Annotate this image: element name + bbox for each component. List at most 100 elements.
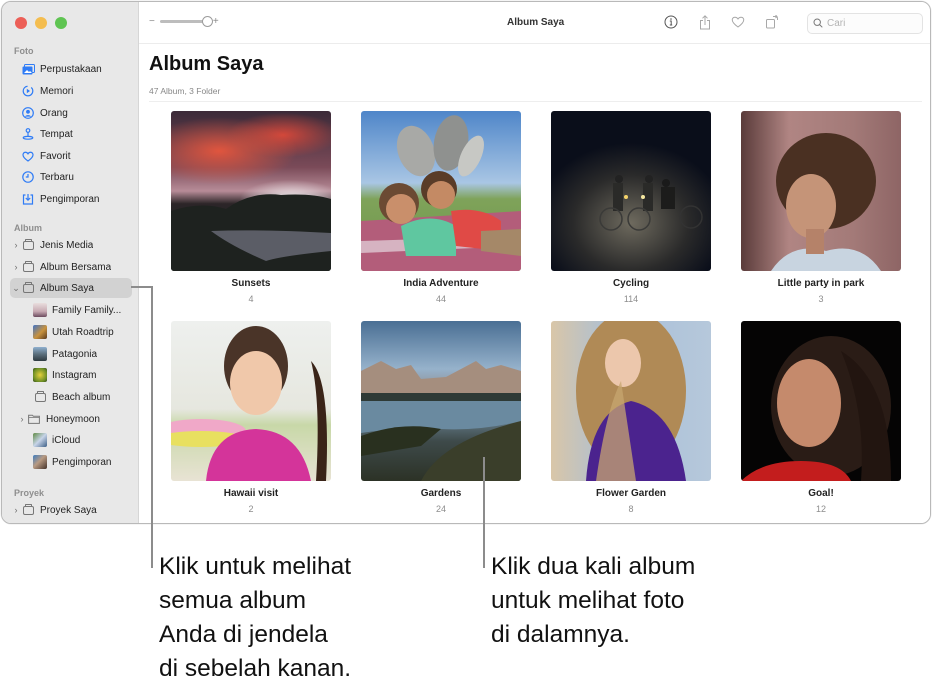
sidebar-item-perpustakaan[interactable]: Perpustakaan (10, 59, 132, 79)
clock-icon (21, 170, 35, 184)
album-photo-count: 2 (248, 504, 254, 514)
album-card-hawaii-visit[interactable]: Hawaii visit 2 (171, 321, 331, 523)
sidebar-item-orang[interactable]: Orang (10, 103, 132, 123)
photos-window: Foto Perpustakaan Memori Orang Tempat Fa… (1, 1, 931, 524)
sidebar-item-terbaru[interactable]: Terbaru (10, 167, 132, 187)
sidebar-item-patagonia[interactable]: Patagonia (22, 344, 132, 364)
sidebar-item-icloud[interactable]: iCloud (22, 430, 132, 450)
sidebar-section-foto: Foto (14, 46, 34, 56)
zoom-slider-knob[interactable] (201, 16, 213, 27)
import-icon (21, 192, 35, 206)
album-photo-count: 3 (818, 294, 824, 304)
album-card-sunsets[interactable]: Sunsets 4 (171, 111, 331, 321)
heart-icon[interactable] (730, 14, 746, 30)
album-card-india-adventure[interactable]: India Adventure 44 (361, 111, 521, 321)
album-photo-count: 4 (248, 294, 254, 304)
window-title: Album Saya (507, 17, 565, 28)
sidebar-item-jenis-media[interactable]: › Jenis Media (10, 235, 132, 255)
album-thumbnail[interactable] (171, 321, 331, 481)
search-input[interactable] (827, 18, 917, 29)
sidebar-item-memori[interactable]: Memori (10, 81, 132, 101)
sidebar-item-family-family[interactable]: Family Family... (22, 300, 132, 320)
shared-album-icon (21, 260, 35, 274)
zoom-in-icon[interactable]: + (213, 16, 219, 27)
album-thumbnail[interactable] (551, 111, 711, 271)
folder-icon (27, 412, 41, 426)
sidebar-item-honeymoon[interactable]: › Honeymoon (16, 409, 132, 429)
window-controls (15, 17, 67, 29)
sidebar-section-album: Album (14, 223, 42, 233)
album-card-goal[interactable]: Goal! 12 (741, 321, 901, 523)
album-thumbnail (33, 433, 47, 447)
sidebar-item-instagram[interactable]: Instagram (22, 365, 132, 385)
sidebar-item-tempat[interactable]: Tempat (10, 124, 132, 144)
callout-left: Klik untuk melihat semua album Anda di j… (159, 553, 352, 682)
sidebar-item-album-saya[interactable]: ⌄ Album Saya (10, 278, 132, 298)
chevron-down-icon[interactable]: ⌄ (11, 283, 21, 294)
search-icon (813, 15, 823, 33)
album-name: India Adventure (403, 278, 479, 289)
album-photo-count: 44 (435, 294, 446, 304)
zoom-slider[interactable]: − + (149, 16, 219, 27)
album-thumbnail (33, 455, 47, 469)
heart-icon (21, 149, 35, 163)
callout-leader-left-vertical (151, 286, 153, 568)
close-button[interactable] (15, 17, 27, 29)
album-thumbnail (33, 303, 47, 317)
callout-leader-right-vertical (483, 457, 485, 568)
album-card-cycling[interactable]: Cycling 114 (551, 111, 711, 321)
share-icon[interactable] (697, 14, 713, 30)
sidebar-item-beach-album[interactable]: Beach album (22, 387, 132, 407)
sidebar-item-utah-roadtrip[interactable]: Utah Roadtrip (22, 322, 132, 342)
toolbar: − + Album Saya (139, 2, 930, 44)
album-name: Little party in park (777, 278, 865, 289)
sidebar: Foto Perpustakaan Memori Orang Tempat Fa… (2, 2, 139, 523)
album-stack-icon (21, 281, 35, 295)
callout-leader-left-horizontal (131, 286, 153, 288)
album-thumbnail[interactable] (361, 111, 521, 271)
zoom-out-icon[interactable]: − (149, 16, 155, 27)
sidebar-item-pengimporan[interactable]: Pengimporan (10, 189, 132, 209)
zoom-button[interactable] (55, 17, 67, 29)
album-thumbnail[interactable] (361, 321, 521, 481)
album-grid: Sunsets 4 India Adventure 44 Cycling 114… (171, 111, 901, 523)
album-name: Goal! (808, 488, 834, 499)
people-icon (21, 106, 35, 120)
album-photo-count: 24 (435, 504, 446, 514)
places-icon (21, 127, 35, 141)
album-thumbnail[interactable] (171, 111, 331, 271)
chevron-right-icon[interactable]: › (11, 262, 21, 272)
album-thumbnail (33, 325, 47, 339)
album-stack-icon (21, 238, 35, 252)
album-card-little-party-in-park[interactable]: Little party in park 3 (741, 111, 901, 321)
search-field[interactable] (807, 13, 923, 34)
album-name: Gardens (420, 488, 462, 499)
album-name: Flower Garden (595, 488, 666, 499)
album-thumbnail (33, 368, 47, 382)
rotate-icon[interactable] (764, 14, 780, 30)
info-icon[interactable] (663, 14, 679, 30)
chevron-right-icon[interactable]: › (17, 414, 27, 424)
album-thumbnail[interactable] (741, 321, 901, 481)
album-name: Sunsets (231, 278, 271, 289)
album-stack-icon (21, 503, 35, 517)
album-card-gardens[interactable]: Gardens 24 (361, 321, 521, 523)
album-card-flower-garden[interactable]: Flower Garden 8 (551, 321, 711, 523)
sidebar-item-proyek-saya[interactable]: › Proyek Saya (10, 500, 132, 520)
divider (149, 101, 922, 102)
photo-library-icon (21, 62, 35, 76)
sidebar-item-pengimporan-album[interactable]: Pengimporan (22, 452, 132, 472)
album-folder-count: 47 Album, 3 Folder (149, 86, 221, 96)
album-thumbnail[interactable] (551, 321, 711, 481)
zoom-slider-track[interactable] (159, 16, 213, 27)
chevron-right-icon[interactable]: › (11, 505, 21, 515)
album-thumbnail[interactable] (741, 111, 901, 271)
album-photo-count: 12 (815, 504, 826, 514)
sidebar-item-favorit[interactable]: Favorit (10, 146, 132, 166)
album-stack-icon (33, 390, 47, 404)
album-photo-count: 114 (623, 294, 639, 304)
album-name: Cycling (612, 278, 650, 289)
chevron-right-icon[interactable]: › (11, 240, 21, 250)
sidebar-item-album-bersama[interactable]: › Album Bersama (10, 257, 132, 277)
minimize-button[interactable] (35, 17, 47, 29)
